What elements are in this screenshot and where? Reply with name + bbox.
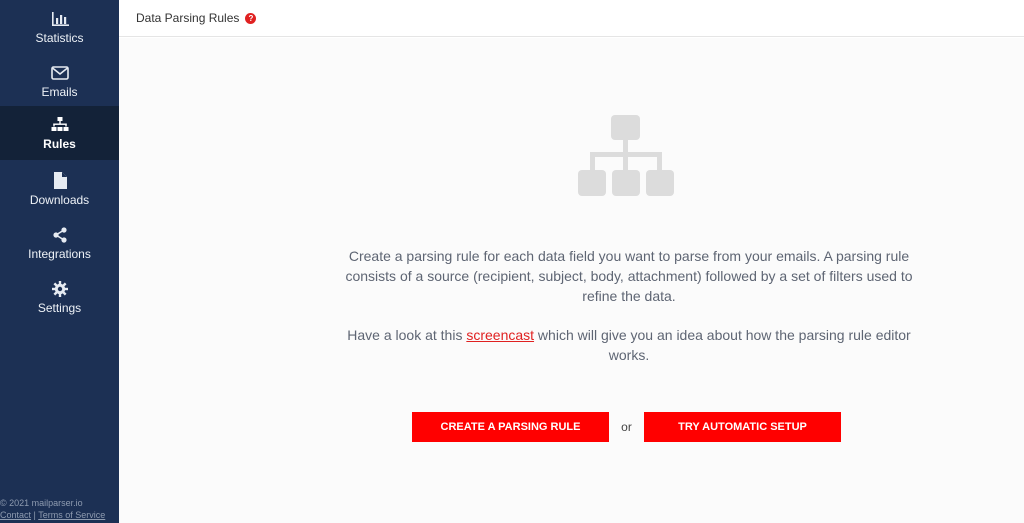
sidebar-item-label: Integrations	[28, 246, 91, 261]
file-icon	[50, 172, 70, 190]
sidebar-item-statistics[interactable]: Statistics	[0, 0, 119, 54]
sidebar-item-emails[interactable]: Emails	[0, 54, 119, 108]
share-icon	[50, 226, 70, 244]
sidebar-item-label: Settings	[37, 300, 82, 315]
contact-link[interactable]: Contact	[0, 510, 31, 520]
sidebar-item-rules[interactable]: Rules	[0, 106, 119, 160]
sidebar-item-label: Emails	[41, 84, 78, 99]
try-automatic-setup-button[interactable]: TRY AUTOMATIC SETUP	[644, 412, 841, 442]
screencast-suffix: which will give you an idea about how th…	[534, 327, 911, 363]
sidebar-item-label: Rules	[43, 136, 76, 151]
gear-icon	[50, 280, 70, 298]
sidebar: Statistics Emails Rules Downloads Integr…	[0, 0, 119, 523]
create-parsing-rule-button[interactable]: CREATE A PARSING RULE	[412, 412, 609, 442]
copyright-text: © 2021 mailparser.io	[0, 498, 83, 508]
sidebar-item-label: Statistics	[35, 30, 84, 45]
bar-chart-icon	[50, 10, 70, 28]
screencast-text: Have a look at this screencast which wil…	[339, 325, 919, 365]
description-text: Create a parsing rule for each data fiel…	[345, 248, 913, 304]
envelope-icon	[50, 64, 70, 82]
or-separator: or	[621, 420, 632, 434]
page-title: Data Parsing Rules	[136, 11, 240, 25]
screencast-link[interactable]: screencast	[466, 327, 534, 343]
page-header: Data Parsing Rules ?	[119, 0, 1024, 37]
sidebar-item-settings[interactable]: Settings	[0, 270, 119, 324]
sidebar-item-integrations[interactable]: Integrations	[0, 216, 119, 270]
sitemap-icon	[50, 116, 70, 134]
footer-separator: |	[33, 510, 36, 520]
help-icon[interactable]: ?	[245, 12, 257, 24]
screencast-prefix: Have a look at this	[347, 327, 467, 343]
sidebar-item-downloads[interactable]: Downloads	[0, 162, 119, 216]
sidebar-footer: © 2021 mailparser.io Contact | Terms of …	[0, 497, 119, 521]
sitemap-icon	[577, 115, 675, 202]
sidebar-item-label: Downloads	[29, 192, 90, 207]
main-content: Create a parsing rule for each data fiel…	[119, 38, 1024, 523]
terms-link[interactable]: Terms of Service	[38, 510, 105, 520]
